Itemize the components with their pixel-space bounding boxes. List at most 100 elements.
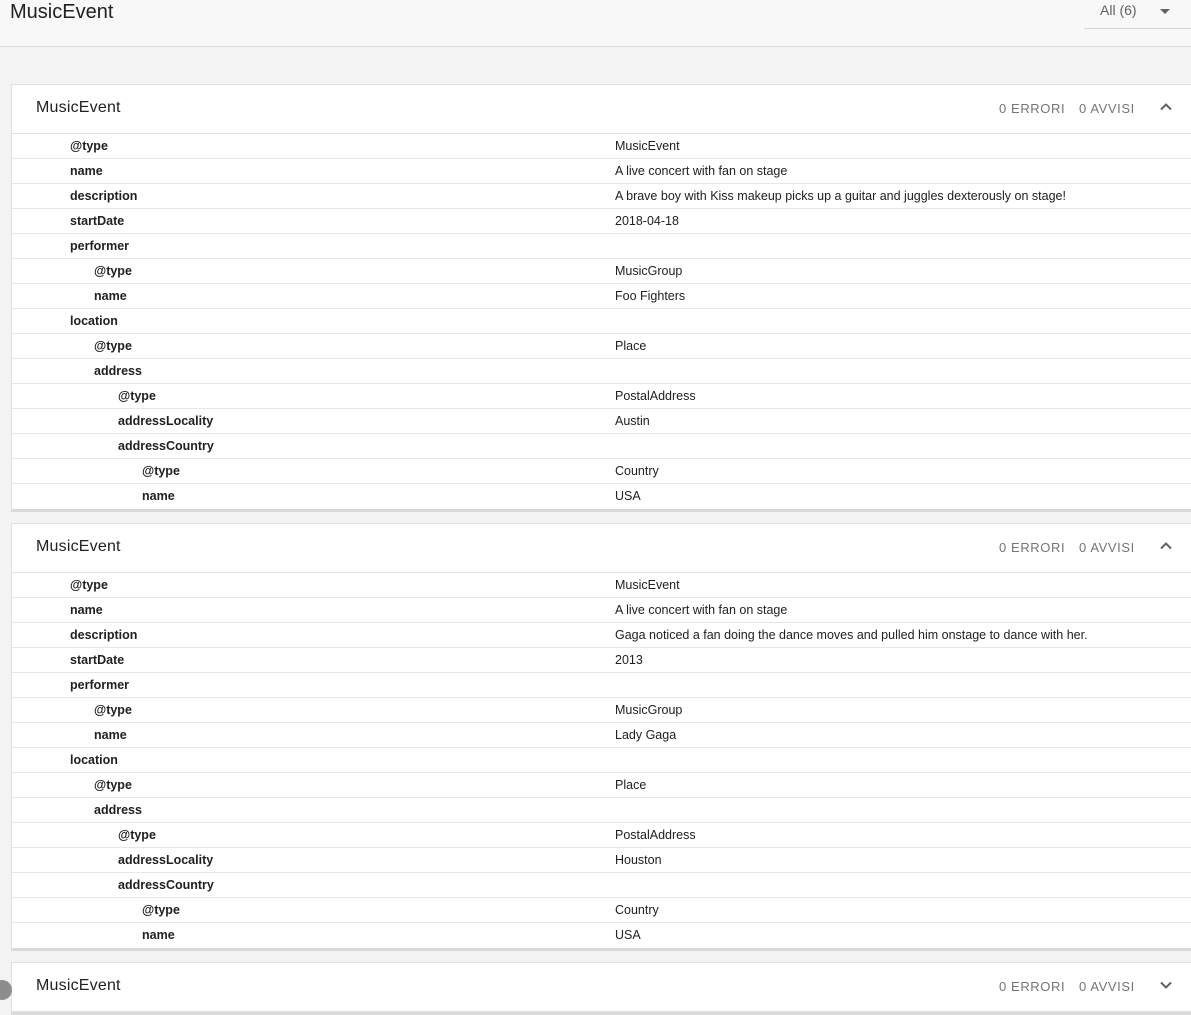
property-row: @type Country bbox=[12, 459, 1191, 484]
property-value: Lady Gaga bbox=[615, 728, 677, 742]
property-value: Place bbox=[615, 339, 647, 353]
chevron-up-icon[interactable] bbox=[1156, 97, 1176, 117]
property-key: name bbox=[70, 164, 103, 178]
property-value: Country bbox=[615, 903, 659, 917]
errors-count: 0 ERRORI bbox=[999, 101, 1066, 116]
property-key: @type bbox=[70, 139, 108, 153]
card-title: MusicEvent bbox=[36, 99, 121, 116]
card-header[interactable]: MusicEvent 0 ERRORI 0 AVVISI bbox=[12, 963, 1191, 1012]
property-value: A live concert with fan on stage bbox=[615, 603, 788, 617]
card-title: MusicEvent bbox=[36, 538, 121, 555]
property-row: description A brave boy with Kiss makeup … bbox=[12, 184, 1191, 209]
property-key: @type bbox=[94, 264, 132, 278]
property-key: name bbox=[94, 728, 127, 742]
property-key: name bbox=[70, 603, 103, 617]
property-row: @type Place bbox=[12, 773, 1191, 798]
property-key: @type bbox=[94, 778, 132, 792]
card-title: MusicEvent bbox=[36, 977, 121, 994]
property-key: description bbox=[70, 189, 138, 203]
property-row: @type MusicGroup bbox=[12, 698, 1191, 723]
property-value: PostalAddress bbox=[615, 389, 696, 403]
property-key: address bbox=[94, 803, 142, 817]
property-row: address bbox=[12, 798, 1191, 823]
result-card: MusicEvent 0 ERRORI 0 AVVISI @type MusicEven… bbox=[11, 523, 1191, 951]
warnings-count: 0 AVVISI bbox=[1079, 979, 1135, 994]
property-key: startDate bbox=[70, 653, 125, 667]
property-value: A live concert with fan on stage bbox=[615, 164, 788, 178]
property-row: name Foo Fighters bbox=[12, 284, 1191, 309]
property-value: MusicGroup bbox=[615, 264, 683, 278]
property-row: name Lady Gaga bbox=[12, 723, 1191, 748]
property-row: @type MusicEvent bbox=[12, 573, 1191, 598]
property-value: MusicEvent bbox=[615, 578, 680, 592]
top-bar: MusicEvent All (6) bbox=[0, 0, 1191, 47]
caret-down-icon bbox=[1160, 9, 1170, 14]
property-key: @type bbox=[142, 903, 180, 917]
property-value: 2013 bbox=[615, 653, 643, 667]
page-title: MusicEvent bbox=[10, 1, 114, 23]
property-key: name bbox=[94, 289, 127, 303]
property-key: location bbox=[70, 753, 118, 767]
property-key: name bbox=[142, 928, 175, 942]
property-row: @type MusicGroup bbox=[12, 259, 1191, 284]
property-key: location bbox=[70, 314, 118, 328]
property-key: addressCountry bbox=[118, 439, 214, 453]
result-card: MusicEvent 0 ERRORI 0 AVVISI @type MusicEven… bbox=[11, 84, 1191, 512]
property-value: PostalAddress bbox=[615, 828, 696, 842]
errors-count: 0 ERRORI bbox=[999, 979, 1066, 994]
property-key: performer bbox=[70, 239, 130, 253]
property-key: addressLocality bbox=[118, 414, 214, 428]
property-key: name bbox=[142, 489, 175, 503]
property-row: @type PostalAddress bbox=[12, 384, 1191, 409]
filter-dropdown[interactable]: All (6) bbox=[1084, 0, 1191, 29]
property-row: @type Country bbox=[12, 898, 1191, 923]
property-key: performer bbox=[70, 678, 130, 692]
property-key: @type bbox=[142, 464, 180, 478]
property-key: description bbox=[70, 628, 138, 642]
property-value: Country bbox=[615, 464, 659, 478]
property-row: name USA bbox=[12, 923, 1191, 948]
property-row: name A live concert with fan on stage bbox=[12, 598, 1191, 623]
property-row: addressCountry bbox=[12, 434, 1191, 459]
property-row: addressCountry bbox=[12, 873, 1191, 898]
card-header[interactable]: MusicEvent 0 ERRORI 0 AVVISI bbox=[12, 524, 1191, 573]
property-row: startDate 2018-04-18 bbox=[12, 209, 1191, 234]
errors-count: 0 ERRORI bbox=[999, 540, 1066, 555]
property-row: @type Place bbox=[12, 334, 1191, 359]
property-key: addressLocality bbox=[118, 853, 214, 867]
property-value: 2018-04-18 bbox=[615, 214, 679, 228]
property-key: @type bbox=[94, 703, 132, 717]
property-row: addressLocality Austin bbox=[12, 409, 1191, 434]
property-value: MusicGroup bbox=[615, 703, 683, 717]
property-value: Gaga noticed a fan doing the dance moves… bbox=[615, 628, 1088, 642]
property-key: @type bbox=[70, 578, 108, 592]
property-value: USA bbox=[615, 489, 641, 503]
property-value: Foo Fighters bbox=[615, 289, 686, 303]
warnings-count: 0 AVVISI bbox=[1079, 101, 1135, 116]
property-key: @type bbox=[118, 828, 156, 842]
property-row: performer bbox=[12, 673, 1191, 698]
property-key: addressCountry bbox=[118, 878, 214, 892]
chevron-down-icon[interactable] bbox=[1156, 975, 1176, 995]
card-header[interactable]: MusicEvent 0 ERRORI 0 AVVISI bbox=[12, 85, 1191, 134]
property-row: performer bbox=[12, 234, 1191, 259]
property-key: address bbox=[94, 364, 142, 378]
chevron-up-icon[interactable] bbox=[1156, 536, 1176, 556]
filter-dropdown-label: All (6) bbox=[1100, 2, 1137, 18]
property-value: Houston bbox=[615, 853, 662, 867]
property-row: @type PostalAddress bbox=[12, 823, 1191, 848]
property-value: Place bbox=[615, 778, 647, 792]
property-row: @type MusicEvent bbox=[12, 134, 1191, 159]
warnings-count: 0 AVVISI bbox=[1079, 540, 1135, 555]
property-value: Austin bbox=[615, 414, 650, 428]
property-value: USA bbox=[615, 928, 641, 942]
property-value: A brave boy with Kiss makeup picks up a … bbox=[615, 189, 1066, 203]
property-row: addressLocality Houston bbox=[12, 848, 1191, 873]
property-row: startDate 2013 bbox=[12, 648, 1191, 673]
property-row: description Gaga noticed a fan doing the … bbox=[12, 623, 1191, 648]
property-row: address bbox=[12, 359, 1191, 384]
property-key: @type bbox=[94, 339, 132, 353]
property-key: startDate bbox=[70, 214, 125, 228]
property-key: @type bbox=[118, 389, 156, 403]
property-row: name A live concert with fan on stage bbox=[12, 159, 1191, 184]
